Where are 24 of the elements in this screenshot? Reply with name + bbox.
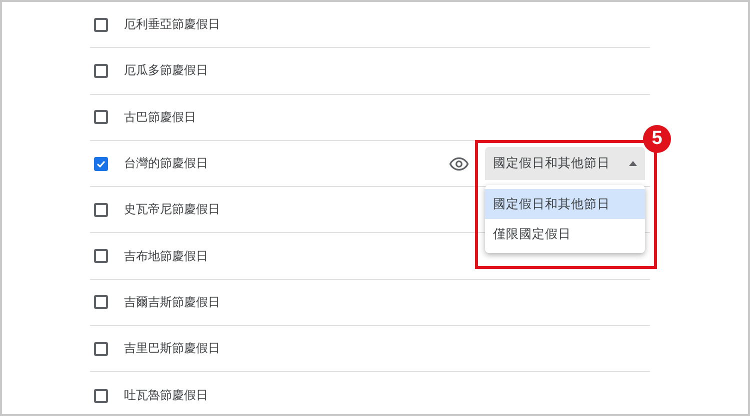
checkbox[interactable] bbox=[94, 342, 108, 356]
holiday-label: 吉里巴斯節慶假日 bbox=[124, 340, 220, 358]
checkbox[interactable] bbox=[94, 156, 108, 171]
holiday-type-select[interactable]: 國定假日和其他節日 bbox=[485, 147, 645, 180]
check-icon bbox=[96, 158, 106, 169]
checkbox[interactable] bbox=[94, 388, 108, 403]
caret-icon bbox=[629, 161, 637, 166]
checkbox[interactable] bbox=[94, 18, 108, 32]
holiday-label: 吉爾吉斯節慶假日 bbox=[124, 294, 220, 311]
holiday-label: 厄瓜多節慶假日 bbox=[124, 62, 208, 80]
checkbox[interactable] bbox=[94, 110, 108, 124]
menu-option[interactable]: 國定假日和其他節日 bbox=[485, 189, 645, 220]
step-badge: 5 bbox=[643, 125, 671, 154]
holiday-label: 吐瓦魯節慶假日 bbox=[124, 387, 208, 404]
checkbox[interactable] bbox=[94, 295, 108, 310]
checkbox[interactable] bbox=[94, 249, 108, 264]
holiday-label: 吉布地節慶假日 bbox=[124, 248, 208, 265]
holiday-label: 古巴節慶假日 bbox=[124, 108, 196, 126]
holiday-label: 台灣的節慶假日 bbox=[124, 155, 208, 172]
checkbox[interactable] bbox=[94, 64, 108, 78]
checkbox[interactable] bbox=[94, 202, 108, 217]
menu-option[interactable]: 僅限國定假日 bbox=[485, 219, 645, 250]
holiday-label: 厄利垂亞節慶假日 bbox=[124, 16, 220, 34]
holiday-label: 史瓦帝尼節慶假日 bbox=[124, 201, 220, 218]
